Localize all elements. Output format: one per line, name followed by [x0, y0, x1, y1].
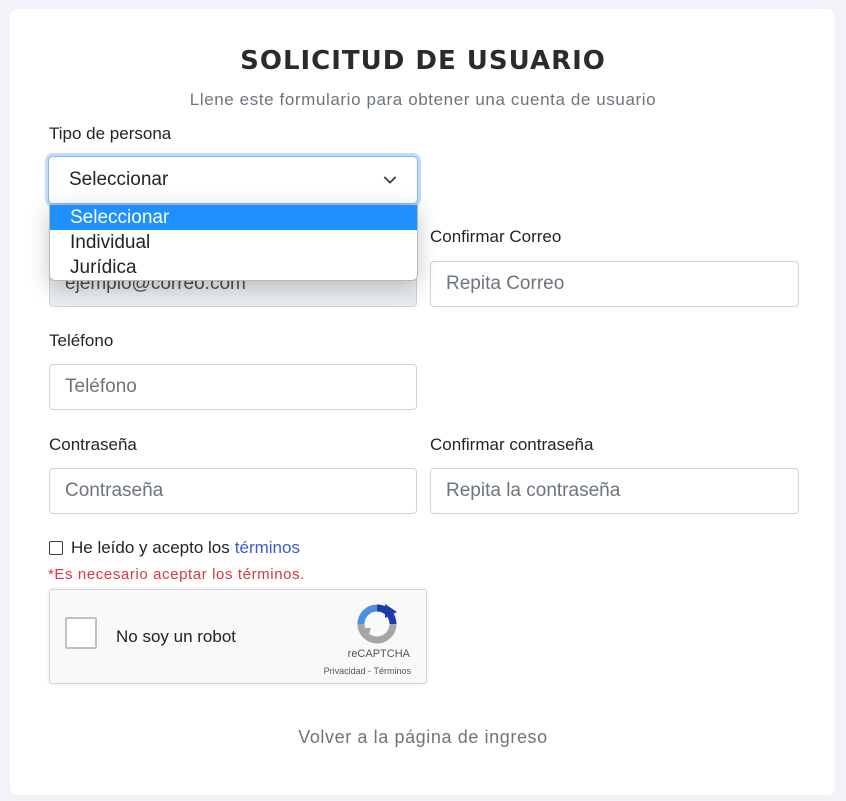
password-label: Contraseña	[49, 435, 137, 454]
page-title: SOLICITUD DE USUARIO	[240, 46, 606, 76]
terms-link[interactable]: términos	[235, 538, 300, 558]
password-field[interactable]: Contraseña	[49, 468, 417, 514]
page-subtitle: Llene este formulario para obtener una c…	[189, 90, 657, 109]
phone-field[interactable]: Teléfono	[49, 364, 417, 410]
terms-row: He leído y acepto los términos	[49, 538, 300, 558]
recaptcha-brand: reCAPTCHA	[347, 648, 410, 660]
tipo-persona-select[interactable]: Seleccionar	[48, 156, 418, 204]
recaptcha-links[interactable]: Privacidad - Términos	[324, 666, 411, 676]
confirm-password-placeholder: Repita la contraseña	[446, 480, 621, 501]
terms-checkbox[interactable]	[49, 541, 63, 555]
terms-text: He leído y acepto los	[71, 538, 230, 557]
confirm-password-field[interactable]: Repita la contraseña	[430, 468, 799, 514]
terms-error: *Es necesario aceptar los términos.	[48, 566, 305, 583]
confirm-email-field[interactable]: Repita Correo	[430, 261, 799, 307]
option-seleccionar[interactable]: Seleccionar	[50, 205, 417, 230]
confirm-email-placeholder: Repita Correo	[446, 273, 565, 294]
confirm-password-label: Confirmar contraseña	[430, 435, 594, 454]
recaptcha-widget: No soy un robot reCAPTCHA Privacidad - T…	[49, 589, 427, 684]
password-placeholder: Contraseña	[65, 480, 164, 501]
tipo-persona-selected: Seleccionar	[69, 169, 169, 190]
phone-label: Teléfono	[49, 331, 114, 350]
option-juridica[interactable]: Jurídica	[50, 255, 417, 280]
recaptcha-label: No soy un robot	[116, 627, 237, 646]
chevron-down-icon	[383, 176, 397, 184]
recaptcha-checkbox[interactable]	[65, 617, 97, 649]
tipo-persona-label: Tipo de persona	[49, 124, 172, 143]
option-individual[interactable]: Individual	[50, 230, 417, 255]
tipo-persona-dropdown: Seleccionar Individual Jurídica	[49, 204, 418, 281]
back-to-login-link[interactable]: Volver a la página de ingreso	[0, 727, 846, 748]
confirm-email-label: Confirmar Correo	[430, 227, 562, 246]
recaptcha-logo-icon	[357, 604, 397, 644]
phone-placeholder: Teléfono	[65, 376, 137, 397]
